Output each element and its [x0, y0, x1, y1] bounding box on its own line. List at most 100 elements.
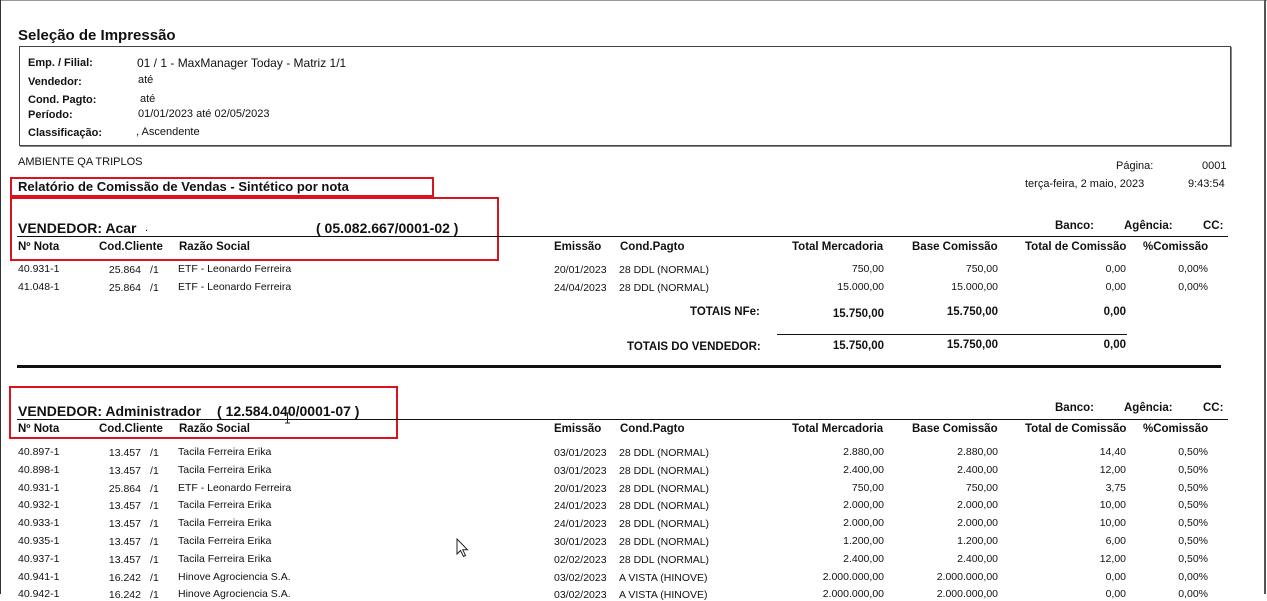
mouse-pointer-icon [456, 538, 469, 558]
cell-nota: 40.937-1 [18, 552, 60, 565]
cell-pct-comissao: 0,50% [1178, 552, 1208, 565]
cell-nota: 40.931-1 [18, 481, 60, 494]
col-base-comissao: Base Comissão [912, 423, 998, 435]
cell-pct-comissao: 0,50% [1178, 517, 1208, 530]
cell-filial: 1 [153, 536, 159, 548]
cell-emissao: 03/01/2023 [554, 464, 607, 477]
cell-nota: 40.933-1 [18, 517, 60, 530]
cell-cond-pagto: 28 DDL (NORMAL) [619, 447, 710, 459]
col-nota: Nº Nota [18, 241, 60, 253]
cell-base-comissao: 15.000,00 [951, 281, 998, 293]
cell-total-comissao: 14,40 [1099, 446, 1126, 458]
col-cond-pagto: Cond.Pagto [620, 423, 685, 435]
cell-cond-pagto: 28 DDL (NORMAL) [619, 464, 710, 477]
section-separator [17, 365, 1221, 368]
totals-divider [777, 334, 1127, 335]
cell-razao-social: Tacila Ferreira Erika [178, 517, 272, 530]
cell-pct-comissao: 0,00% [1178, 588, 1208, 601]
selection-box: Emp. / Filial: 01 / 1 - MaxManager Today… [19, 46, 1231, 146]
bank-label: Banco: [1055, 402, 1094, 414]
cell-emissao: 03/01/2023 [554, 447, 607, 459]
totals-nfe-mercadoria: 15.750,00 [832, 308, 884, 320]
cell-emissao: 20/01/2023 [554, 482, 607, 495]
cell-total-mercadoria: 2.000.000,00 [822, 570, 884, 583]
environment-label: AMBIENTE QA TRIPLOS [18, 156, 143, 168]
cell-pct-comissao: 0,50% [1178, 446, 1208, 458]
cell-razao-social: Hinove Agrociencia S.A. [178, 588, 291, 601]
cell-total-comissao: 0,00 [1105, 263, 1126, 275]
cell-cod-cliente: 13.457 [108, 536, 141, 548]
cell-emissao: 24/01/2023 [554, 518, 607, 531]
cell-razao-social: Tacila Ferreira Erika [178, 463, 272, 476]
cell-cod-cliente: 25.864 [108, 282, 141, 294]
vendor-divider [17, 236, 1228, 237]
totals-nfe-base: 15.750,00 [946, 306, 998, 318]
field-label-vendedor: Vendedor: [28, 76, 82, 88]
cell-nota: 40.935-1 [18, 535, 60, 547]
cell-pct-comissao: 0,50% [1178, 481, 1208, 494]
page-top-edge [0, 0, 1267, 1]
cell-base-comissao: 2.400,00 [957, 552, 998, 565]
page-label: Página: [1116, 160, 1154, 172]
cell-nota: 40.931-1 [18, 263, 60, 275]
cell-cond-pagto: 28 DDL (NORMAL) [619, 282, 710, 294]
cell-total-comissao: 12,00 [1099, 552, 1126, 565]
col-cod-cliente: Cod.Cliente [99, 423, 163, 435]
cell-cod-cliente: 13.457 [108, 500, 141, 513]
cell-base-comissao: 2.000,00 [957, 499, 998, 512]
col-emissao: Emissão [554, 423, 602, 435]
totals-vendor-base: 15.750,00 [946, 339, 998, 351]
totals-vendor-mercadoria: 15.750,00 [832, 340, 884, 352]
cell-nota: 40.897-1 [18, 446, 60, 458]
bank-label: Banco: [1055, 220, 1094, 232]
field-value-vendedor: até [138, 74, 154, 86]
cc-label: CC: [1203, 402, 1224, 414]
cell-cod-cliente: 16.242 [108, 589, 141, 601]
cell-cod-cliente: 13.457 [108, 464, 141, 477]
cell-filial: 1 [153, 464, 159, 477]
col-base-comissao: Base Comissão [912, 241, 998, 253]
cell-total-mercadoria: 2.000.000,00 [822, 588, 884, 601]
cell-total-mercadoria: 750,00 [851, 481, 884, 494]
cell-cod-cliente: 16.242 [108, 571, 141, 584]
text-cursor-icon [285, 412, 290, 424]
field-value-periodo: 01/01/2023 até 02/05/2023 [138, 108, 270, 120]
cell-base-comissao: 750,00 [965, 481, 998, 494]
cell-emissao: 24/01/2023 [554, 500, 607, 513]
cell-total-mercadoria: 2.000,00 [843, 499, 884, 512]
cell-cond-pagto: 28 DDL (NORMAL) [619, 553, 710, 566]
cell-total-mercadoria: 2.000,00 [843, 517, 884, 530]
col-cod-cliente: Cod.Cliente [99, 241, 163, 253]
cell-total-mercadoria: 15.000,00 [837, 281, 884, 293]
field-label-empresa: Emp. / Filial: [28, 57, 93, 69]
highlight-vendor-acar [10, 197, 499, 261]
page-left-edge [0, 0, 1, 594]
cell-total-comissao: 3,75 [1105, 481, 1126, 494]
cell-pct-comissao: 0,00% [1178, 263, 1208, 275]
cell-total-mercadoria: 2.400,00 [843, 463, 884, 476]
totals-nfe-label: TOTAIS NFe: [690, 306, 760, 318]
cell-razao-social: ETF - Leonardo Ferreira [178, 281, 292, 293]
col-total-comissao: Total de Comissão [1025, 241, 1127, 253]
field-value-empresa: 01 / 1 - MaxManager Today - Matriz 1/1 [137, 56, 347, 70]
cell-total-comissao: 12,00 [1099, 463, 1126, 476]
cell-total-mercadoria: 2.400,00 [843, 552, 884, 565]
field-label-classificacao: Classificação: [28, 127, 102, 139]
cell-razao-social: ETF - Leonardo Ferreira [178, 481, 292, 494]
cell-cond-pagto: 28 DDL (NORMAL) [619, 482, 710, 495]
totals-vendor-comissao: 0,00 [1103, 339, 1126, 351]
cell-emissao: 02/02/2023 [554, 553, 607, 566]
col-razao-social: Razão Social [179, 423, 250, 435]
cell-nota: 40.932-1 [18, 499, 60, 512]
cell-pct-comissao: 0,50% [1178, 535, 1208, 547]
cell-total-comissao: 0,00 [1105, 570, 1126, 583]
cell-pct-comissao: 0,00% [1178, 281, 1208, 293]
cell-cod-cliente: 13.457 [108, 447, 141, 459]
cell-total-mercadoria: 2.880,00 [843, 446, 884, 458]
cell-cond-pagto: 28 DDL (NORMAL) [619, 500, 710, 513]
cell-base-comissao: 1.200,00 [957, 535, 998, 547]
cell-base-comissao: 750,00 [965, 263, 998, 275]
field-value-cond-pagto: até [140, 93, 156, 105]
cell-total-comissao: 0,00 [1105, 588, 1126, 601]
cell-cond-pagto: A VISTA (HINOVE) [619, 589, 708, 601]
